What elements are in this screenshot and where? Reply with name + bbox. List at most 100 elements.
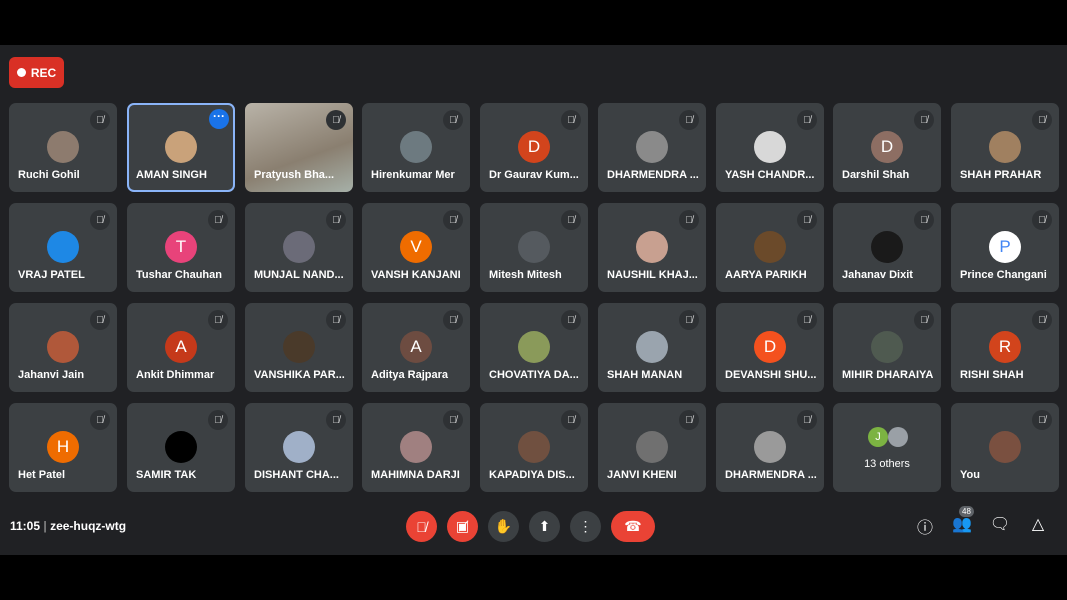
participant-tile[interactable]: Jahanvi Jain 🎙̸ [9, 303, 117, 392]
avatar: A [165, 331, 197, 363]
mic-muted-icon: 🎙̸ [561, 210, 581, 230]
participant-tile[interactable]: CHOVATIYA DA... 🎙̸ [480, 303, 588, 392]
participant-name: DISHANT CHA... [254, 469, 339, 481]
mic-muted-icon: 🎙̸ [443, 210, 463, 230]
people-icon: 👥 [952, 516, 972, 533]
participant-name: CHOVATIYA DA... [489, 369, 579, 381]
participant-tile[interactable]: MAHIMNA DARJI 🎙̸ [362, 403, 470, 492]
participant-tile[interactable]: DISHANT CHA... 🎙̸ [245, 403, 353, 492]
participant-tile[interactable]: AARYA PARIKH 🎙̸ [716, 203, 824, 292]
more-options-icon[interactable]: ··· [209, 109, 229, 129]
participant-tile[interactable]: KAPADIYA DIS... 🎙̸ [480, 403, 588, 492]
mic-muted-icon: 🎙̸ [797, 410, 817, 430]
participant-name: RISHI SHAH [960, 369, 1024, 381]
mic-muted-icon: 🎙̸ [326, 210, 346, 230]
participant-name: Ankit Dhimmar [136, 369, 215, 381]
mic-muted-icon: 🎙̸ [326, 310, 346, 330]
participant-tile[interactable]: VANSHIKA PAR... 🎙̸ [245, 303, 353, 392]
participant-tile[interactable]: D DEVANSHI SHU... 🎙̸ [716, 303, 824, 392]
avatar [400, 431, 432, 463]
mic-muted-icon: 🎙̸ [679, 110, 699, 130]
participant-tile[interactable]: NAUSHIL KHAJ... 🎙̸ [598, 203, 706, 292]
mic-muted-icon: 🎙̸ [326, 110, 346, 130]
mic-toggle-button[interactable]: 🎙̸ [406, 511, 437, 542]
participant-name: Aditya Rajpara [371, 369, 449, 381]
avatar [888, 427, 908, 447]
participant-tile[interactable]: DHARMENDRA ... 🎙̸ [598, 103, 706, 192]
participant-tile[interactable]: D Darshil Shah 🎙̸ [833, 103, 941, 192]
participant-tile[interactable]: V VANSH KANJANI 🎙̸ [362, 203, 470, 292]
avatar: V [400, 231, 432, 263]
participant-tile[interactable]: SHAH MANAN 🎙̸ [598, 303, 706, 392]
clock: 11:05 [10, 519, 41, 533]
meeting-details-button[interactable]: ⓘ [914, 514, 936, 538]
more-options-button[interactable]: ⋮ [570, 511, 601, 542]
chat-button[interactable]: 🗨 [989, 514, 1011, 534]
participant-tile[interactable]: SAMIR TAK 🎙̸ [127, 403, 235, 492]
participant-tile[interactable]: Mitesh Mitesh 🎙̸ [480, 203, 588, 292]
avatar: H [47, 431, 79, 463]
participant-tile[interactable]: R RISHI SHAH 🎙̸ [951, 303, 1059, 392]
participant-name: VANSH KANJANI [371, 269, 461, 281]
participant-tile[interactable]: MIHIR DHARAIYA 🎙̸ [833, 303, 941, 392]
present-button[interactable]: ⬆ [529, 511, 560, 542]
mic-muted-icon: 🎙̸ [90, 110, 110, 130]
participant-tile[interactable]: AMAN SINGH ··· [127, 103, 235, 192]
camera-toggle-button[interactable]: ▣̸ [447, 511, 478, 542]
participant-tile[interactable]: P Prince Changani 🎙̸ [951, 203, 1059, 292]
people-button[interactable]: 48 👥 [951, 506, 974, 534]
participant-tile[interactable]: SHAH PRAHAR 🎙̸ [951, 103, 1059, 192]
mic-muted-icon: 🎙̸ [797, 110, 817, 130]
avatar [871, 331, 903, 363]
participant-tile[interactable]: Jahanav Dixit 🎙̸ [833, 203, 941, 292]
participant-count-badge: 48 [959, 506, 974, 517]
participant-tile[interactable]: YASH CHANDR... 🎙̸ [716, 103, 824, 192]
present-icon: ⬆ [538, 518, 551, 534]
more-vert-icon: ⋮ [578, 518, 593, 534]
participant-name: MUNJAL NAND... [254, 269, 344, 281]
participant-name: Tushar Chauhan [136, 269, 222, 281]
participant-tile[interactable]: A Ankit Dhimmar 🎙̸ [127, 303, 235, 392]
participant-name: YASH CHANDR... [725, 169, 815, 181]
recording-indicator[interactable]: REC [9, 57, 64, 88]
mic-muted-icon: 🎙̸ [797, 310, 817, 330]
avatar [283, 331, 315, 363]
avatar [283, 431, 315, 463]
mic-muted-icon: 🎙̸ [1032, 210, 1052, 230]
participant-tile[interactable]: DHARMENDRA ... 🎙̸ [716, 403, 824, 492]
participant-tile[interactable]: Ruchi Gohil 🎙̸ [9, 103, 117, 192]
participant-name: Ruchi Gohil [18, 169, 80, 181]
mic-muted-icon: 🎙̸ [90, 210, 110, 230]
participant-name: Darshil Shah [842, 169, 910, 181]
participant-tile[interactable]: H Het Patel 🎙̸ [9, 403, 117, 492]
raise-hand-button[interactable]: ✋ [488, 511, 519, 542]
participant-tile[interactable]: A Aditya Rajpara 🎙̸ [362, 303, 470, 392]
participant-name: SAMIR TAK [136, 469, 197, 481]
mic-muted-icon: 🎙̸ [326, 410, 346, 430]
participant-tile[interactable]: Hirenkumar Mer 🎙̸ [362, 103, 470, 192]
participant-tile[interactable]: JANVI KHENI 🎙̸ [598, 403, 706, 492]
participant-tile[interactable]: MUNJAL NAND... 🎙̸ [245, 203, 353, 292]
participant-tile[interactable]: VRAJ PATEL 🎙̸ [9, 203, 117, 292]
participant-name: MAHIMNA DARJI [371, 469, 460, 481]
avatar: A [400, 331, 432, 363]
mic-muted-icon: 🎙̸ [208, 210, 228, 230]
mic-muted-icon: 🎙̸ [914, 210, 934, 230]
avatar: T [165, 231, 197, 263]
info-icon: ⓘ [916, 520, 933, 537]
mic-muted-icon: 🎙̸ [90, 310, 110, 330]
participant-tile[interactable]: D Dr Gaurav Kum... 🎙̸ [480, 103, 588, 192]
mic-muted-icon: 🎙̸ [797, 210, 817, 230]
participant-tile[interactable]: Pratyush Bha... 🎙̸ [245, 103, 353, 192]
avatar [47, 231, 79, 263]
participant-name: Hirenkumar Mer [371, 169, 455, 181]
mic-muted-icon: 🎙̸ [208, 310, 228, 330]
participant-tile[interactable]: J 13 others [833, 403, 941, 492]
participant-name: SHAH MANAN [607, 369, 683, 381]
hand-icon: ✋ [494, 518, 513, 534]
participant-tile[interactable]: T Tushar Chauhan 🎙̸ [127, 203, 235, 292]
activities-button[interactable]: △ [1027, 514, 1049, 534]
avatar [283, 231, 315, 263]
participant-tile[interactable]: You 🎙̸ [951, 403, 1059, 492]
leave-call-button[interactable]: ☎ [611, 511, 655, 542]
